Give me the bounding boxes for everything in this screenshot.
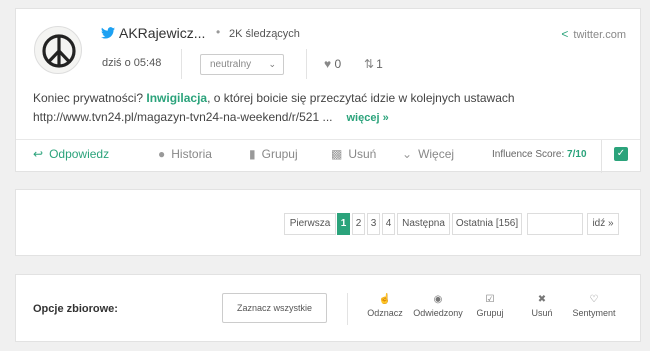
heart-icon: ♥ xyxy=(324,57,332,71)
more-link[interactable]: więcej » xyxy=(347,112,389,124)
history-button[interactable]: ● Historia xyxy=(158,147,212,161)
sentiment-label: Sentyment xyxy=(572,308,616,318)
divider xyxy=(181,49,182,79)
text-part: , o której boicie się przeczytać idzie w… xyxy=(207,91,515,105)
bulk-options-panel: Opcje zbiorowe: Zaznacz wszystkie ☝ Odzna… xyxy=(15,274,641,342)
comment-icon: ● xyxy=(158,147,166,161)
mention-text: Koniec prywatności? Inwigilacja, o które… xyxy=(33,89,623,128)
likes-count: 0 xyxy=(334,57,342,71)
more-label: Więcej xyxy=(418,147,455,161)
page-4-button[interactable]: 4 xyxy=(382,213,395,235)
sentiment-select[interactable]: neutralny ⌄ xyxy=(200,54,284,75)
avatar[interactable] xyxy=(34,26,82,74)
history-label: Historia xyxy=(171,147,212,161)
followers-count: 2K śledzących xyxy=(229,28,300,40)
reply-icon: ↩ xyxy=(33,147,44,161)
visited-button[interactable]: ◉ Odwiedzony xyxy=(409,294,467,319)
bulk-delete-button[interactable]: ✖ Usuń xyxy=(526,294,558,319)
last-page-button[interactable]: Ostatnia [156] xyxy=(452,213,522,235)
bulk-delete-label: Usuń xyxy=(531,308,553,318)
twitter-bird-icon xyxy=(101,27,115,39)
delete-label: Usuń xyxy=(348,147,377,161)
checkmark-icon: ✓ xyxy=(616,148,626,159)
go-button[interactable]: idź » xyxy=(587,213,619,235)
reply-button[interactable]: ↩ Odpowiedz xyxy=(33,147,109,161)
retweet-icon: ⇅ xyxy=(364,57,375,71)
next-page-button[interactable]: Następna xyxy=(397,213,450,235)
likes[interactable]: ♥ 0 xyxy=(324,57,341,71)
peace-symbol-icon xyxy=(42,34,76,68)
pagination-panel: Pierwsza 1 2 3 4 Następna Ostatnia [156]… xyxy=(15,189,641,256)
mention-date[interactable]: dziś o 05:48 xyxy=(102,57,161,69)
author-name[interactable]: AKRajewicz... xyxy=(119,25,205,41)
text-part: Koniec prywatności? xyxy=(33,91,147,105)
first-page-button[interactable]: Pierwsza xyxy=(284,213,336,235)
mention-card: AKRajewicz... • 2K śledzących < twitter.c… xyxy=(15,8,641,173)
divider xyxy=(347,293,348,325)
chevron-down-icon: ⌄ xyxy=(402,147,413,161)
divider xyxy=(601,140,602,173)
sentiment-button[interactable]: ♡ Sentyment xyxy=(568,294,620,319)
bookmark-icon: ▮ xyxy=(249,147,256,161)
bulk-options-label: Opcje zbiorowe: xyxy=(33,303,118,315)
group-label: Grupuj xyxy=(261,147,298,161)
influence-score: Influence Score: 7/10 xyxy=(492,149,587,160)
keyword-highlight: Inwigilacja xyxy=(146,91,208,105)
heart-icon: ♡ xyxy=(589,294,599,305)
more-button[interactable]: ⌄ Więcej xyxy=(402,147,454,161)
chevron-down-icon: ⌄ xyxy=(268,59,276,69)
delete-button[interactable]: ▩ Usuń xyxy=(331,147,376,161)
bulk-group-label: Grupuj xyxy=(476,308,504,318)
influence-label: Influence Score: xyxy=(492,149,568,160)
source-link[interactable]: < twitter.com xyxy=(561,27,626,41)
group-button[interactable]: ▮ Grupuj xyxy=(249,147,298,161)
source-domain: twitter.com xyxy=(573,29,626,41)
unmark-button[interactable]: ☝ Odznacz xyxy=(365,294,405,319)
page-number-input[interactable] xyxy=(527,213,583,235)
page-3-button[interactable]: 3 xyxy=(367,213,380,235)
close-icon: ✖ xyxy=(537,294,547,305)
bulk-group-button[interactable]: ☑ Grupuj xyxy=(472,294,508,319)
retweets-count: 1 xyxy=(376,57,383,71)
select-checkbox[interactable]: ✓ xyxy=(614,147,628,161)
divider xyxy=(306,49,307,79)
trash-icon: ▩ xyxy=(331,147,343,161)
sentiment-value: neutralny xyxy=(210,59,252,70)
divider xyxy=(16,139,640,140)
page-2-button[interactable]: 2 xyxy=(352,213,365,235)
page-1-button[interactable]: 1 xyxy=(337,213,350,235)
hand-pointer-icon: ☝ xyxy=(378,294,392,305)
eye-icon: ◉ xyxy=(433,294,443,305)
influence-value: 7/10 xyxy=(567,149,587,160)
select-all-button[interactable]: Zaznacz wszystkie xyxy=(222,293,327,323)
share-icon: < xyxy=(561,27,569,41)
checkbox-icon: ☑ xyxy=(485,294,495,305)
separator-dot: • xyxy=(216,25,221,39)
reply-label: Odpowiedz xyxy=(49,147,110,161)
mention-url[interactable]: http://www.tvn24.pl/magazyn-tvn24-na-wee… xyxy=(33,110,333,124)
visited-label: Odwiedzony xyxy=(413,308,463,318)
retweets[interactable]: ⇅ 1 xyxy=(364,57,383,71)
unmark-label: Odznacz xyxy=(367,308,403,318)
